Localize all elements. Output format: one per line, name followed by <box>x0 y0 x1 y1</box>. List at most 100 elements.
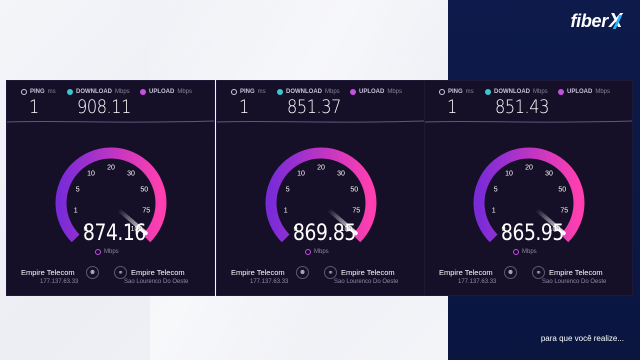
gauge-tick-label: 5 <box>76 187 80 194</box>
user-icon: ☻ <box>86 266 99 279</box>
isp-name: Empire Telecom <box>231 268 285 277</box>
user-icon: ☻ <box>296 266 309 279</box>
ping-icon <box>439 89 445 95</box>
gauge-unit: Mbps <box>95 249 119 255</box>
gauge-unit-icon <box>513 249 519 255</box>
isp-name: Empire Telecom <box>439 268 493 277</box>
gauge-tick-label: 1 <box>284 208 288 215</box>
isp-ip: 177.137.63.33 <box>250 279 289 285</box>
gauge-tick-label: 75 <box>560 208 568 215</box>
download-label: DOWNLOAD Mbps <box>485 89 548 95</box>
speedtest-result-panel-2: PING ms DOWNLOAD Mbps UPLOAD Mbps 1 851.… <box>216 80 425 296</box>
upload-unit: Mbps <box>387 89 403 95</box>
stats-header: PING ms DOWNLOAD Mbps UPLOAD Mbps 1 908.… <box>7 81 214 121</box>
download-unit: Mbps <box>115 89 130 95</box>
upload-label: UPLOAD Mbps <box>140 89 192 95</box>
gauge-unit-icon <box>95 249 101 255</box>
brand-logo: fiber X <box>570 10 628 33</box>
gauge-tick-label: 10 <box>297 171 305 178</box>
server-name[interactable]: Empire Telecom <box>131 268 185 277</box>
brand-name: fiber <box>570 11 608 31</box>
download-icon <box>485 89 491 95</box>
progress-wave <box>217 120 424 123</box>
gauge-unit-icon <box>305 249 311 255</box>
server-location: Sao Lourenco Do Oeste <box>124 279 189 285</box>
gauge-tick-label: 5 <box>494 187 498 194</box>
server-name[interactable]: Empire Telecom <box>341 268 395 277</box>
gauge-tick-label: 5 <box>286 187 290 194</box>
upload-unit: Mbps <box>177 89 193 95</box>
server-location: Sao Lourenco Do Oeste <box>334 279 399 285</box>
gauge-tick-label: 10 <box>505 171 513 178</box>
server-name[interactable]: Empire Telecom <box>549 268 603 277</box>
download-value: 851.43 <box>495 96 549 118</box>
gauge-tick-label: 50 <box>140 187 148 194</box>
ping-unit: ms <box>257 89 266 95</box>
gauge-tick-label: 20 <box>525 165 533 172</box>
isp-ip: 177.137.63.33 <box>40 279 79 285</box>
gauge-unit: Mbps <box>513 249 537 255</box>
ping-icon <box>231 89 237 95</box>
download-label: DOWNLOAD Mbps <box>67 89 130 95</box>
download-value: 851.37 <box>287 96 341 118</box>
upload-icon <box>140 89 146 95</box>
server-location: Sao Lourenco Do Oeste <box>542 279 607 285</box>
download-title: DOWNLOAD <box>494 89 530 95</box>
ping-value: 1 <box>447 96 457 118</box>
ping-title: PING <box>448 89 463 95</box>
gauge-speed-value: 865.95 <box>501 221 564 246</box>
download-label: DOWNLOAD Mbps <box>277 89 340 95</box>
globe-icon[interactable]: ⚭ <box>532 266 545 279</box>
download-title: DOWNLOAD <box>76 89 112 95</box>
ping-label: PING ms <box>439 89 474 95</box>
gauge-unit-label: Mbps <box>104 249 119 255</box>
gauge-tick-label: 75 <box>352 208 360 215</box>
speedtest-result-panel-1: PING ms DOWNLOAD Mbps UPLOAD Mbps 1 908.… <box>6 80 215 296</box>
gauge-tick-label: 30 <box>545 171 553 178</box>
progress-wave <box>7 120 214 123</box>
upload-label: UPLOAD Mbps <box>558 89 610 95</box>
gauge-tick-label: 10 <box>87 171 95 178</box>
gauge-tick-label: 50 <box>350 187 358 194</box>
ping-unit: ms <box>465 89 474 95</box>
gauge-unit-label: Mbps <box>522 249 537 255</box>
globe-icon[interactable]: ⚭ <box>114 266 127 279</box>
isp-name: Empire Telecom <box>21 268 75 277</box>
gauge-speed-value: 874.16 <box>83 221 146 246</box>
download-title: DOWNLOAD <box>286 89 322 95</box>
stats-header: PING ms DOWNLOAD Mbps UPLOAD Mbps 1 851.… <box>425 81 632 121</box>
download-unit: Mbps <box>533 89 548 95</box>
gauge-tick-label: 20 <box>317 165 325 172</box>
gauge-speed-value: 869.85 <box>293 221 356 246</box>
upload-icon <box>558 89 564 95</box>
ping-label: PING ms <box>231 89 266 95</box>
ping-icon <box>21 89 27 95</box>
download-value: 908.11 <box>77 96 131 118</box>
globe-icon[interactable]: ⚭ <box>324 266 337 279</box>
stats-header: PING ms DOWNLOAD Mbps UPLOAD Mbps 1 851.… <box>217 81 424 121</box>
upload-label: UPLOAD Mbps <box>350 89 402 95</box>
ping-label: PING ms <box>21 89 56 95</box>
speedtest-result-panel-3: PING ms DOWNLOAD Mbps UPLOAD Mbps 1 851.… <box>424 80 633 296</box>
download-icon <box>277 89 283 95</box>
gauge-tick-label: 20 <box>107 165 115 172</box>
ping-value: 1 <box>239 96 249 118</box>
upload-unit: Mbps <box>595 89 611 95</box>
gauge-unit: Mbps <box>305 249 329 255</box>
upload-title: UPLOAD <box>149 89 175 95</box>
upload-title: UPLOAD <box>567 89 593 95</box>
gauge-tick-label: 75 <box>142 208 150 215</box>
ping-title: PING <box>30 89 45 95</box>
gauge-tick-label: 50 <box>558 187 566 194</box>
gauge-unit-label: Mbps <box>314 249 329 255</box>
ping-unit: ms <box>47 89 56 95</box>
download-icon <box>67 89 73 95</box>
ping-value: 1 <box>29 96 39 118</box>
gauge-tick-label: 30 <box>127 171 135 178</box>
ping-title: PING <box>240 89 255 95</box>
progress-wave <box>425 120 632 123</box>
gauge-tick-label: 30 <box>337 171 345 178</box>
download-unit: Mbps <box>325 89 340 95</box>
gauge-tick-label: 1 <box>492 208 496 215</box>
gauge-tick-label: 1 <box>74 208 78 215</box>
